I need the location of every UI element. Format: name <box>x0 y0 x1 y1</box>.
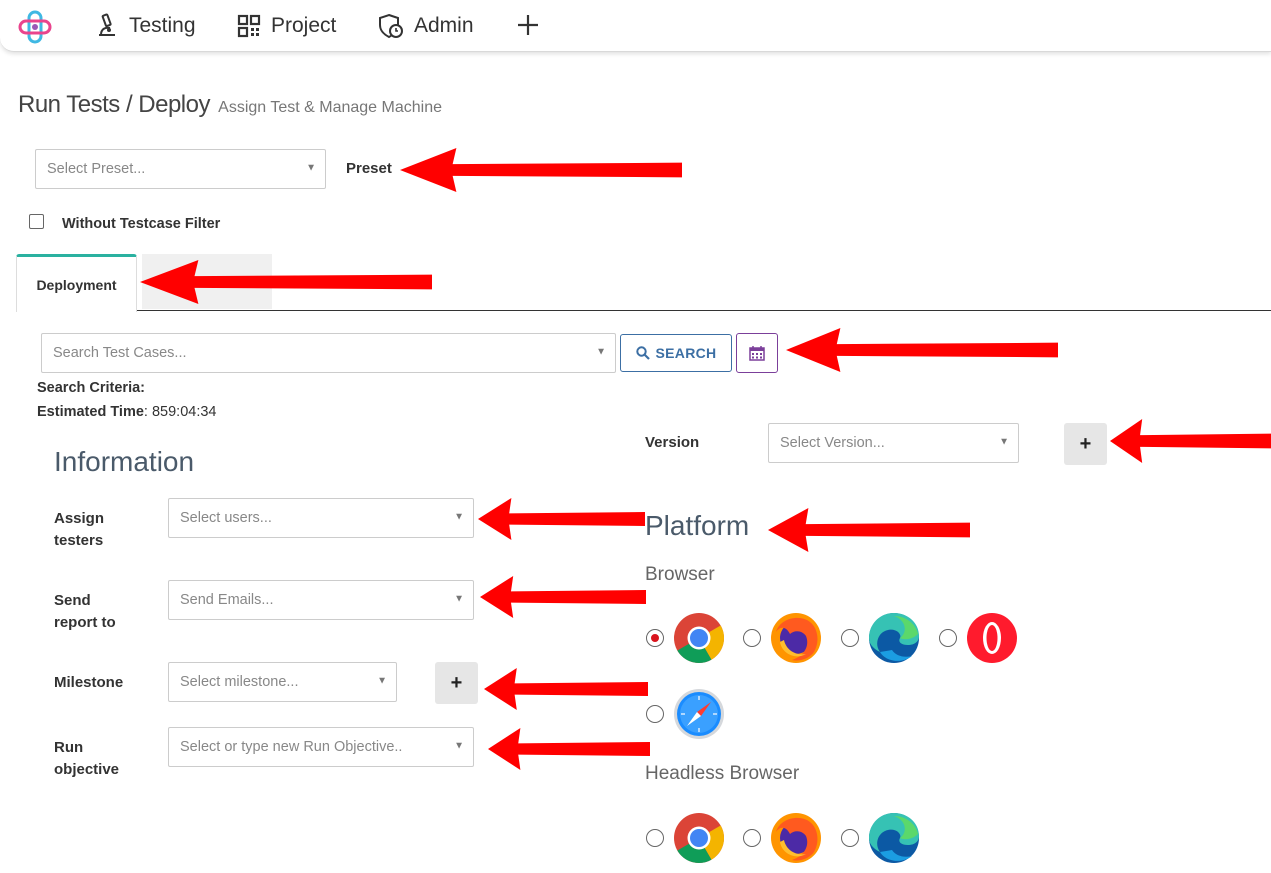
nav-project[interactable]: Project <box>237 0 336 52</box>
add-milestone-button[interactable]: + <box>435 662 478 704</box>
browser-radio-firefox[interactable] <box>743 629 761 647</box>
preset-select[interactable]: Select Preset... ▼ <box>35 149 326 189</box>
red-arrow-annotation-milestone <box>484 668 648 710</box>
send-report-label: Send report to <box>54 590 116 634</box>
milestone-placeholder: Select milestone... <box>180 674 299 690</box>
opera-icon <box>966 612 1018 664</box>
red-arrow-annotation-platform <box>768 508 970 552</box>
browser-radio-chrome[interactable] <box>646 629 664 647</box>
headless-browser-heading: Headless Browser <box>645 763 800 784</box>
estimated-time-value: : 859:04:34 <box>143 404 217 420</box>
milestone-label: Milestone <box>54 674 124 691</box>
chrome-icon <box>673 612 725 664</box>
chevron-down-icon: ▼ <box>596 346 606 358</box>
platform-heading: Platform <box>645 510 750 541</box>
calendar-button[interactable] <box>736 333 778 373</box>
preset-label: Preset <box>346 160 392 177</box>
shield-clock-icon <box>379 13 403 39</box>
assign-testers-label-line2: testers <box>54 532 104 549</box>
red-arrow-annotation-preset <box>400 148 682 192</box>
calendar-icon <box>749 346 765 361</box>
red-arrow-annotation-objective <box>488 728 650 770</box>
search-button-label: SEARCH <box>655 345 717 361</box>
run-objective-label-line2: objective <box>54 761 120 778</box>
chrome-icon <box>673 812 725 864</box>
page-title-main: Run Tests / Deploy <box>18 91 211 118</box>
top-navigation-bar: Testing Project Admin <box>0 0 1271 52</box>
qr-code-icon <box>237 14 261 38</box>
search-button[interactable]: SEARCH <box>620 334 732 372</box>
run-objective-select[interactable]: Select or type new Run Objective.. ▼ <box>168 727 474 767</box>
search-test-cases-placeholder: Search Test Cases... <box>53 345 187 361</box>
chevron-down-icon: ▼ <box>454 511 464 523</box>
page-title: Run Tests / Deploy Assign Test & Manage … <box>18 91 442 119</box>
estimated-time-label: Estimated Time <box>37 404 144 420</box>
chevron-down-icon: ▼ <box>306 162 316 174</box>
run-objective-placeholder: Select or type new Run Objective.. <box>180 739 403 755</box>
chevron-down-icon: ▼ <box>999 436 1009 448</box>
red-arrow-annotation-version <box>1110 419 1271 463</box>
tab-divider <box>16 310 1271 311</box>
search-criteria: Search Criteria: <box>37 380 145 396</box>
nav-admin-label: Admin <box>414 14 474 37</box>
browser-radio-safari[interactable] <box>646 705 664 723</box>
chevron-down-icon: ▼ <box>454 593 464 605</box>
plus-icon: + <box>450 671 463 694</box>
assign-testers-label: Assign testers <box>54 508 104 552</box>
send-report-label-line1: Send <box>54 592 91 609</box>
search-icon <box>635 346 650 360</box>
headless-radio-edge[interactable] <box>841 829 859 847</box>
red-arrow-annotation-assign <box>478 498 645 540</box>
without-testcase-filter-checkbox[interactable] <box>29 214 44 229</box>
version-select[interactable]: Select Version... ▼ <box>768 423 1019 463</box>
nav-testing[interactable]: Testing <box>95 0 196 52</box>
safari-icon <box>673 688 725 740</box>
nav-admin[interactable]: Admin <box>378 0 474 52</box>
run-objective-label: Run objective <box>54 737 119 781</box>
microscope-icon <box>99 13 115 36</box>
assign-testers-placeholder: Select users... <box>180 510 272 526</box>
firefox-icon <box>770 812 822 864</box>
assign-testers-select[interactable]: Select users... ▼ <box>168 498 474 538</box>
add-version-button[interactable]: + <box>1064 423 1107 465</box>
plus-icon: + <box>1079 432 1092 455</box>
edge-icon <box>868 812 920 864</box>
preset-select-placeholder: Select Preset... <box>47 161 146 177</box>
version-label: Version <box>645 434 700 451</box>
browser-radio-opera[interactable] <box>939 629 957 647</box>
browser-radio-edge[interactable] <box>841 629 859 647</box>
headless-radio-chrome[interactable] <box>646 829 664 847</box>
red-arrow-annotation-report <box>480 576 646 618</box>
send-report-label-line2: report to <box>54 614 116 631</box>
red-arrow-annotation-calendar <box>786 328 1058 372</box>
app-logo-icon[interactable] <box>18 10 52 44</box>
page-subtitle: Assign Test & Manage Machine <box>218 99 442 116</box>
search-test-cases-input[interactable]: Search Test Cases... ▼ <box>41 333 616 373</box>
nav-project-label: Project <box>271 14 337 37</box>
search-criteria-label: Search Criteria: <box>37 380 145 396</box>
information-heading: Information <box>54 446 195 477</box>
browser-heading: Browser <box>645 564 715 585</box>
assign-testers-label-line1: Assign <box>54 510 105 527</box>
without-testcase-filter-label: Without Testcase Filter <box>62 216 221 232</box>
chevron-down-icon: ▼ <box>377 675 387 687</box>
send-report-select[interactable]: Send Emails... ▼ <box>168 580 474 620</box>
milestone-select[interactable]: Select milestone... ▼ <box>168 662 397 702</box>
red-arrow-annotation-tab <box>140 260 432 304</box>
run-objective-label-line1: Run <box>54 739 84 756</box>
nav-testing-label: Testing <box>129 14 196 37</box>
chevron-down-icon: ▼ <box>454 740 464 752</box>
headless-radio-firefox[interactable] <box>743 829 761 847</box>
edge-icon <box>868 612 920 664</box>
send-report-placeholder: Send Emails... <box>180 592 274 608</box>
tab-deployment-label: Deployment <box>36 276 117 293</box>
version-placeholder: Select Version... <box>780 435 885 451</box>
tab-deployment[interactable]: Deployment <box>16 254 137 312</box>
add-tab-plus-icon[interactable] <box>513 10 543 40</box>
estimated-time: Estimated Time: 859:04:34 <box>37 404 217 420</box>
firefox-icon <box>770 612 822 664</box>
